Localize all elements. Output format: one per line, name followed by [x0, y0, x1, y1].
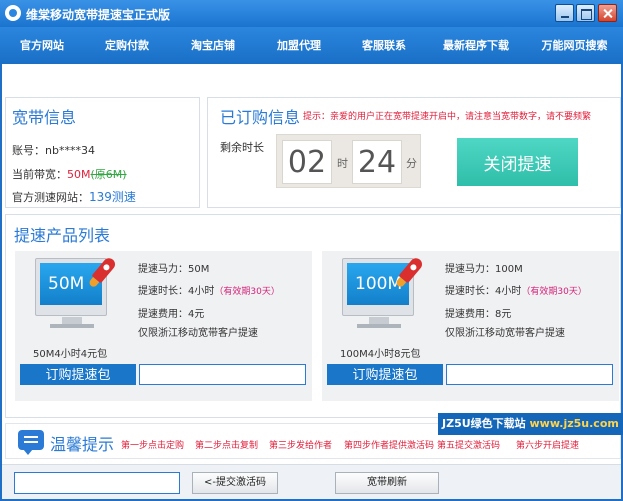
window-title: 维棠移动宽带提速宝正式版: [26, 8, 171, 22]
product-card-50m: 50M 50M4小时4元包 提速马力：50M 提速时长：4小时（有效期30天） …: [15, 251, 312, 401]
watermark-brand: JZ5U绿色下载站: [442, 417, 526, 430]
order-package-button[interactable]: 订购提速包: [327, 364, 443, 385]
validity-text: （有效期30天）: [214, 287, 280, 297]
testsite-row: 官方测速网站：139测速: [12, 188, 136, 205]
bandwidth-label: 当前带宽：: [12, 168, 67, 181]
minutes-value: 24: [352, 140, 402, 184]
remaining-time-display: 02 时 24 分: [276, 134, 421, 188]
step-3: 第三步发给作者: [269, 441, 333, 451]
package-name: 100M4小时8元包: [340, 349, 421, 360]
step-2: 第二步点击复制: [195, 441, 259, 451]
account-label: 账号：: [12, 144, 45, 157]
speedup-power: 提速马力：50M: [138, 264, 210, 275]
speedup-fee: 提速费用：4元: [138, 309, 205, 320]
validity-text: （有效期30天）: [521, 287, 587, 297]
subscribed-info-panel: 已订购信息 提示：亲爱的用户正在宽带提速开启中，请注意当宽带数字，请不要频繁 剩…: [207, 97, 621, 208]
product-list-title: 提速产品列表: [14, 226, 111, 245]
bandwidth-value: 50M: [67, 168, 91, 181]
hours-value: 02: [282, 140, 332, 184]
step-1: 第一步点击定购: [121, 441, 185, 451]
testsite-link[interactable]: 139测速: [89, 190, 136, 204]
nav-customer-service[interactable]: 客服联系: [342, 27, 426, 64]
product-card-100m: 100M 100M4小时8元包 提速马力：100M 提速时长：4小时（有效期30…: [322, 251, 619, 401]
subscribed-info-title: 已订购信息: [220, 108, 301, 127]
close-button[interactable]: [598, 4, 617, 22]
minutes-unit: 分: [406, 157, 417, 170]
remaining-time-label: 剩余时长: [220, 141, 264, 154]
speedup-tip: 提示：亲爱的用户正在宽带提速开启中，请注意当宽带数字，请不要频繁: [303, 112, 592, 122]
maximize-button[interactable]: [576, 4, 595, 22]
account-value: nb****34: [45, 144, 95, 157]
nav-taobao-store[interactable]: 淘宝店铺: [170, 27, 256, 64]
watermark-site: www.jz5u.com: [529, 417, 619, 430]
broadband-info-title: 宽带信息: [12, 108, 77, 127]
product-list-panel: 提速产品列表 50M 50M4小时4元包 提速马力：50M 提速时长：4小时（有…: [5, 214, 621, 418]
duration-text: 提速时长：4小时: [138, 286, 215, 297]
hours-unit: 时: [337, 157, 348, 170]
order-package-button[interactable]: 订购提速包: [20, 364, 136, 385]
order-code-field[interactable]: [139, 364, 306, 385]
nav-download-latest[interactable]: 最新程序下载: [426, 27, 526, 64]
nav-order-payment[interactable]: 定购付款: [84, 27, 170, 64]
speedup-duration: 提速时长：4小时（有效期30天）: [445, 282, 587, 297]
site-watermark: JZ5U绿色下载站 www.jz5u.com: [438, 413, 623, 435]
title-bar: 维棠移动宽带提速宝正式版: [0, 0, 623, 27]
package-name: 50M4小时4元包: [33, 349, 108, 360]
nav-official-site[interactable]: 官方网站: [0, 27, 84, 64]
app-logo-icon: [5, 5, 21, 21]
broadband-info-panel: 宽带信息 账号：nb****34 当前带宽：50M(原6M) 官方测速网站：13…: [5, 97, 200, 208]
bandwidth-old-value: (原6M): [90, 168, 127, 181]
region-note: 仅限浙江移动宽带客户提速: [445, 328, 565, 339]
step-6: 第六步开启提速: [516, 441, 580, 451]
bandwidth-row: 当前带宽：50M(原6M): [12, 166, 127, 182]
minimize-button[interactable]: [555, 4, 574, 22]
chat-bubble-icon: [18, 430, 44, 455]
activation-code-input[interactable]: [14, 472, 180, 494]
speedup-power: 提速马力：100M: [445, 264, 523, 275]
testsite-label: 官方测速网站：: [12, 191, 89, 204]
bottom-bar: <-提交激活码 宽带刷新: [2, 464, 621, 499]
tips-title: 温馨提示: [50, 435, 115, 454]
account-row: 账号：nb****34: [12, 142, 95, 158]
app-window: 维棠移动宽带提速宝正式版 官方网站 定购付款 淘宝店铺 加盟代理 客服联系 最新…: [0, 0, 623, 501]
duration-text: 提速时长：4小时: [445, 286, 522, 297]
nav-agent[interactable]: 加盟代理: [256, 27, 342, 64]
speedup-fee: 提速费用：8元: [445, 309, 512, 320]
region-note: 仅限浙江移动宽带客户提速: [138, 328, 258, 339]
speedup-duration: 提速时长：4小时（有效期30天）: [138, 282, 280, 297]
refresh-broadband-button[interactable]: 宽带刷新: [335, 472, 439, 494]
step-5: 第五提交激活码: [437, 441, 501, 451]
step-4: 第四步作者提供激活码: [344, 441, 435, 451]
nav-web-search[interactable]: 万能网页搜索: [526, 27, 623, 64]
close-speedup-button[interactable]: 关闭提速: [457, 138, 578, 186]
order-code-field[interactable]: [446, 364, 613, 385]
nav-bar: 官方网站 定购付款 淘宝店铺 加盟代理 客服联系 最新程序下载 万能网页搜索: [0, 27, 623, 64]
submit-activation-button[interactable]: <-提交激活码: [192, 472, 278, 494]
